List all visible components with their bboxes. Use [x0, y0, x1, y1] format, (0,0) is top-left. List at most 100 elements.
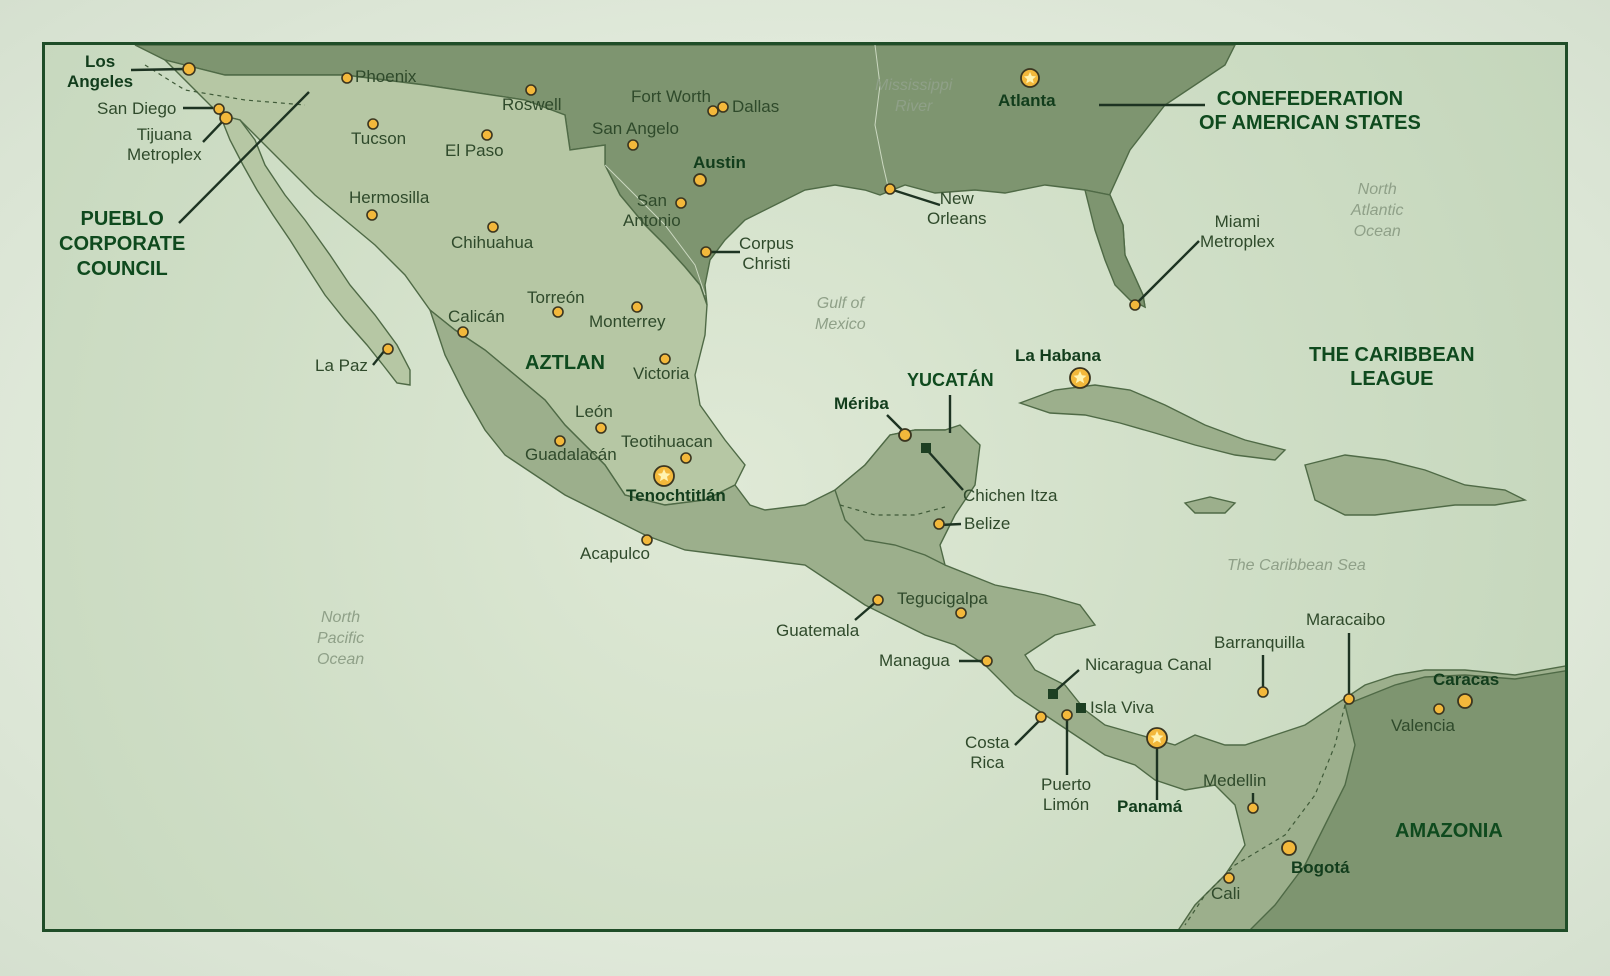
water-gulf: Gulf of Mexico	[815, 295, 866, 333]
city-tijuana: Tijuana Metroplex	[127, 125, 202, 164]
region-yucatan: YUCATÁN	[907, 370, 994, 390]
marker-tegucigalpa	[955, 607, 967, 619]
city-torreon: Torreón	[527, 288, 585, 307]
marker-calican	[457, 326, 469, 338]
city-los-angeles: Los Angeles	[67, 52, 134, 91]
city-la-habana: La Habana	[1015, 346, 1101, 365]
landmass-florida	[1084, 189, 1146, 309]
leader-los-angeles	[130, 67, 186, 72]
leader-miami	[1136, 240, 1200, 304]
city-isla-viva: Isla Viva	[1090, 698, 1154, 717]
city-atlanta: Atlanta	[998, 91, 1056, 110]
city-austin: Austin	[693, 153, 746, 172]
marker-tijuana	[219, 111, 233, 125]
city-cali: Cali	[1211, 884, 1241, 903]
marker-teotihuacan	[680, 452, 692, 464]
marker-maracaibo	[1343, 693, 1355, 705]
water-mississippi: Mississippi River	[875, 77, 953, 115]
city-fort-worth: Fort Worth	[631, 87, 711, 106]
city-valencia: Valencia	[1391, 716, 1455, 735]
marker-caracas	[1457, 693, 1473, 709]
marker-leon	[595, 422, 607, 434]
marker-chihuahua	[487, 221, 499, 233]
city-san-diego: San Diego	[97, 99, 177, 118]
city-tenochtitlan: Tenochtitlán	[626, 486, 726, 505]
city-guadalacan: Guadalacán	[525, 445, 617, 464]
island-jamaica	[1183, 496, 1237, 514]
city-miami: Miami Metroplex	[1200, 212, 1275, 251]
city-san-angelo: San Angelo	[592, 119, 679, 138]
leader-tijuana	[202, 120, 224, 143]
marker-tucson	[367, 118, 379, 130]
marker-barranquilla	[1257, 686, 1269, 698]
water-caribbean-sea: The Caribbean Sea	[1227, 557, 1366, 574]
city-teotihuacan: Teotihuacan	[621, 432, 713, 451]
marker-fort-worth	[707, 105, 719, 117]
city-victoria: Victoria	[633, 364, 690, 383]
city-calican: Calicán	[448, 307, 505, 326]
city-tegucigalpa: Tegucigalpa	[897, 589, 988, 608]
city-managua: Managua	[879, 651, 950, 670]
island-cuba	[1017, 384, 1287, 461]
site-nicaragua-canal	[1048, 689, 1058, 699]
marker-monterrey	[631, 301, 643, 313]
city-meriba: Mériba	[834, 394, 889, 413]
city-dallas: Dallas	[732, 97, 780, 116]
city-phoenix: Phoenix	[355, 67, 417, 86]
city-el-paso: El Paso	[445, 141, 504, 160]
city-roswell: Roswell	[502, 95, 562, 114]
city-acapulco: Acapulco	[580, 544, 650, 563]
island-hispaniola	[1304, 454, 1528, 516]
region-amazonia: AMAZONIA	[1395, 820, 1503, 842]
city-chihuahua: Chihuahua	[451, 233, 534, 252]
city-corpus-christi: Corpus Christi	[739, 234, 794, 273]
marker-roswell	[525, 84, 537, 96]
marker-phoenix	[341, 72, 353, 84]
marker-managua	[981, 655, 993, 667]
marker-hermosilla	[366, 209, 378, 221]
city-puerto-limon: Puerto Limón	[1041, 775, 1092, 814]
marker-el-paso	[481, 129, 493, 141]
region-pcc: PUEBLO CORPORATE COUNCIL	[59, 208, 186, 280]
marker-bogota	[1281, 840, 1297, 856]
city-belize: Belize	[964, 514, 1011, 533]
marker-la-paz	[382, 343, 394, 355]
city-maracaibo: Maracaibo	[1306, 610, 1386, 629]
city-monterrey: Monterrey	[589, 312, 666, 331]
marker-san-angelo	[627, 139, 639, 151]
marker-corpus	[700, 246, 712, 258]
marker-belize	[933, 518, 945, 530]
marker-medellin	[1247, 802, 1259, 814]
marker-puerto-limon	[1061, 709, 1073, 721]
marker-cali	[1223, 872, 1235, 884]
marker-austin	[693, 173, 707, 187]
city-medellin: Medellin	[1203, 771, 1267, 790]
site-isla-viva	[1076, 703, 1086, 713]
marker-torreon	[552, 306, 564, 318]
city-guatemala: Guatemala	[776, 621, 860, 640]
city-chichen-itza: Chichen Itza	[963, 486, 1058, 505]
city-barranquilla: Barranquilla	[1214, 633, 1305, 652]
city-caracas: Caracas	[1433, 670, 1500, 689]
marker-new-orleans	[884, 183, 896, 195]
marker-valencia	[1433, 703, 1445, 715]
city-nicaragua-canal: Nicaragua Canal	[1085, 655, 1212, 674]
marker-miami	[1129, 299, 1141, 311]
map-svg	[130, 45, 1565, 929]
site-chichen-itza	[921, 443, 931, 453]
water-north-atlantic: North Atlantic Ocean	[1351, 181, 1404, 240]
city-san-antonio: San Antonio	[623, 191, 681, 230]
marker-dallas	[717, 101, 729, 113]
marker-meriba	[898, 428, 912, 442]
city-new-orleans: New Orleans	[927, 189, 987, 228]
marker-costa-rica	[1035, 711, 1047, 723]
city-leon: León	[575, 402, 613, 421]
region-cas: CONEFEDERATION OF AMERICAN STATES	[1199, 88, 1421, 134]
marker-los-angeles	[182, 62, 196, 76]
city-hermosilla: Hermosilla	[349, 188, 430, 207]
marker-guatemala	[872, 594, 884, 606]
water-north-pacific: North Pacific Ocean	[317, 609, 365, 668]
region-aztlan: AZTLAN	[525, 352, 605, 374]
city-bogota: Bogotá	[1291, 858, 1350, 877]
city-la-paz: La Paz	[315, 356, 368, 375]
